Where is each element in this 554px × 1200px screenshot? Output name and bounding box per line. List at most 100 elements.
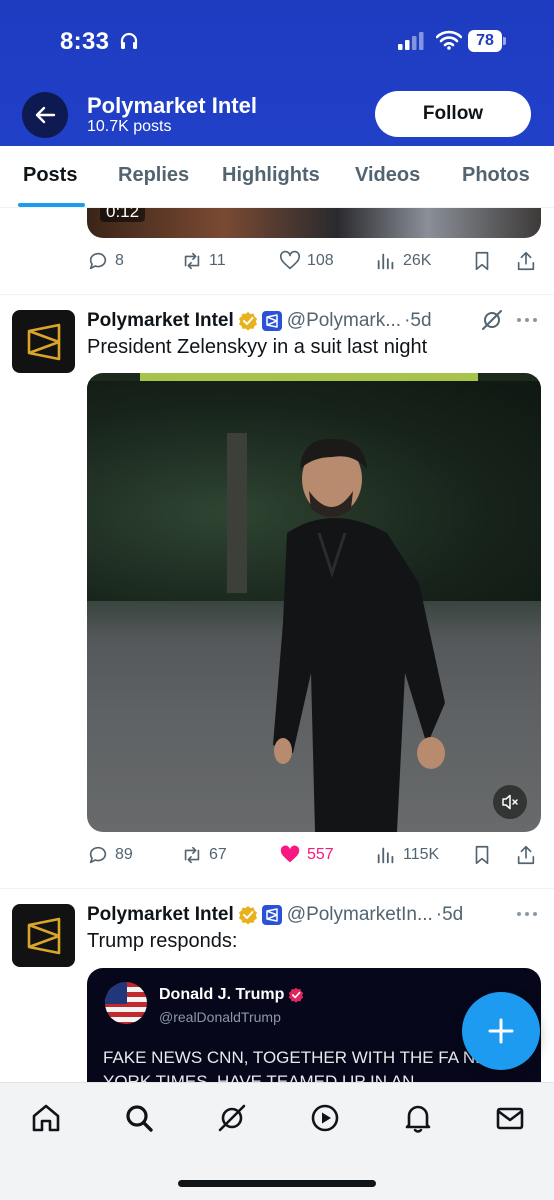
bookmark-button[interactable] <box>471 844 493 866</box>
video-icon <box>311 1104 339 1132</box>
post-divider <box>0 888 554 889</box>
search-icon <box>126 1105 153 1132</box>
post-header: Polymarket Intel @Polymark... · 5d <box>87 308 432 334</box>
arrow-left-icon <box>35 106 56 124</box>
repost-count: 67 <box>209 846 227 863</box>
views-count: 26K <box>403 252 432 269</box>
repost-count: 11 <box>209 252 226 269</box>
verified-gold-icon <box>238 312 257 331</box>
share-button[interactable] <box>515 844 537 866</box>
quoted-author-name: Donald J. Trump <box>159 986 285 1003</box>
cellular-signal-icon <box>398 32 424 50</box>
nav-search[interactable] <box>122 1101 156 1135</box>
bookmark-icon <box>475 845 489 865</box>
battery-tip <box>503 37 506 45</box>
previous-post-actions: 8 11 108 26K <box>87 250 541 280</box>
repost-button[interactable]: 67 <box>181 844 227 866</box>
quoted-author-row: Donald J. Trump <box>159 986 304 1004</box>
tab-replies[interactable]: Replies <box>118 164 189 187</box>
home-icon <box>32 1104 60 1132</box>
wifi-icon <box>436 30 462 50</box>
author-handle: @PolymarketIn... <box>286 904 433 925</box>
post-video[interactable] <box>87 373 541 832</box>
reply-count: 8 <box>115 252 124 269</box>
heart-icon <box>280 250 300 270</box>
post-divider <box>0 294 554 295</box>
post-actions: 89 67 557 115K <box>87 844 541 874</box>
compose-button[interactable] <box>462 992 540 1070</box>
previous-post-video[interactable] <box>87 208 541 238</box>
like-count: 108 <box>307 252 334 269</box>
home-indicator <box>178 1180 376 1187</box>
verified-gold-icon <box>238 906 257 925</box>
reply-icon <box>89 846 107 864</box>
post-text: President Zelenskyy in a suit last night <box>87 336 428 358</box>
affiliate-badge-icon <box>261 905 282 925</box>
profile-name: Polymarket Intel <box>87 93 257 118</box>
nav-messages[interactable] <box>493 1101 527 1135</box>
messages-icon <box>496 1107 524 1130</box>
profile-posts-count: 10.7K posts <box>87 118 172 135</box>
notifications-icon <box>405 1105 431 1133</box>
post-time[interactable]: 5d <box>410 310 431 332</box>
like-button[interactable]: 557 <box>279 844 334 866</box>
nav-grok[interactable] <box>215 1101 249 1135</box>
posts-feed[interactable]: 0:12 8 11 108 26K Polymarket Intel @Poly… <box>0 208 554 1082</box>
verified-gray-icon <box>289 987 304 1003</box>
reply-count: 89 <box>115 846 133 863</box>
views-button[interactable]: 115K <box>375 844 439 866</box>
share-icon <box>517 251 535 271</box>
tab-highlights[interactable]: Highlights <box>222 164 320 187</box>
battery-indicator: 78 <box>468 30 506 52</box>
nav-home[interactable] <box>29 1101 63 1135</box>
status-bar: 8:33 78 <box>0 0 554 80</box>
nav-videos[interactable] <box>308 1101 342 1135</box>
post-time[interactable]: 5d <box>442 904 463 926</box>
views-icon <box>377 253 394 270</box>
post-header: Polymarket Intel @PolymarketIn... · 5d <box>87 902 463 928</box>
back-button[interactable] <box>22 92 68 138</box>
like-button[interactable]: 108 <box>279 250 334 272</box>
quoted-author-handle: @realDonaldTrump <box>159 1009 281 1025</box>
grok-icon[interactable] <box>480 308 504 332</box>
video-duration: 0:12 <box>100 208 146 222</box>
active-tab-indicator <box>18 203 85 207</box>
quoted-author-avatar <box>105 982 147 1024</box>
heart-filled-icon <box>280 845 300 863</box>
nav-notifications[interactable] <box>401 1101 435 1135</box>
share-button[interactable] <box>515 250 537 272</box>
author-avatar[interactable] <box>12 904 75 967</box>
bookmark-button[interactable] <box>471 250 493 272</box>
bookmark-icon <box>475 251 489 271</box>
share-icon <box>517 845 535 865</box>
reply-button[interactable]: 8 <box>87 250 124 272</box>
profile-header: 8:33 78 Polymarket Intel 10.7K posts Fol… <box>0 0 554 146</box>
volume-mute-icon <box>502 794 518 810</box>
video-frame-person <box>227 433 445 832</box>
like-count: 557 <box>307 846 334 863</box>
more-options-icon[interactable] <box>514 901 540 927</box>
status-time: 8:33 <box>60 28 110 55</box>
views-button[interactable]: 26K <box>375 250 431 272</box>
polymarket-logo-icon <box>27 917 60 954</box>
profile-tabs: Posts Replies Highlights Videos Photos <box>0 146 554 208</box>
tab-posts[interactable]: Posts <box>23 164 77 187</box>
grok-icon <box>218 1104 246 1132</box>
post-text: Trump responds: <box>87 930 238 952</box>
mute-button[interactable] <box>493 785 527 819</box>
views-icon <box>377 847 394 864</box>
repost-icon <box>184 252 200 270</box>
repost-button[interactable]: 11 <box>181 250 226 272</box>
polymarket-logo-icon <box>27 323 60 360</box>
author-avatar[interactable] <box>12 310 75 373</box>
views-count: 115K <box>403 846 440 863</box>
plus-icon <box>488 1018 514 1044</box>
reply-icon <box>89 252 107 270</box>
more-options-icon[interactable] <box>514 307 540 333</box>
tab-photos[interactable]: Photos <box>462 164 530 187</box>
follow-button[interactable]: Follow <box>375 91 531 137</box>
tab-videos[interactable]: Videos <box>355 164 420 187</box>
author-name[interactable]: Polymarket Intel <box>87 310 234 332</box>
reply-button[interactable]: 89 <box>87 844 133 866</box>
author-name[interactable]: Polymarket Intel <box>87 904 234 926</box>
